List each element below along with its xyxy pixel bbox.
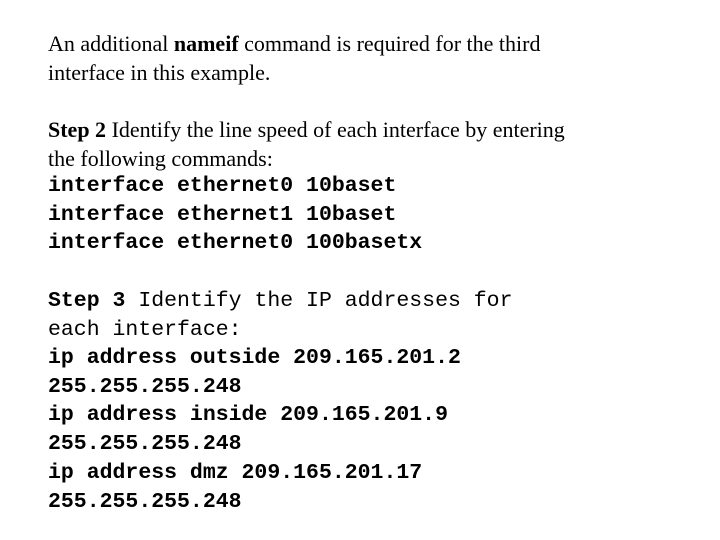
- step2-heading: Step 2 Identify the line speed of each i…: [48, 116, 565, 144]
- step3-label: Step 3: [48, 289, 126, 313]
- intro-line-1: An additional nameif command is required…: [48, 30, 540, 58]
- step2-text: Identify the line speed of each interfac…: [106, 117, 565, 142]
- step2-command: interface ethernet0 10baset: [48, 174, 397, 198]
- step3-command: ip address outside 209.165.201.2: [48, 346, 461, 370]
- step2-line-2: the following commands:: [48, 146, 273, 171]
- step2-label: Step 2: [48, 117, 107, 142]
- step3-command: 255.255.255.248: [48, 432, 242, 456]
- intro-text: command is required for the third: [238, 31, 541, 56]
- step3-text: Identify the IP addresses for: [125, 289, 513, 313]
- step2-command: interface ethernet0 100basetx: [48, 231, 423, 255]
- step3-line-2: each interface:: [48, 318, 242, 342]
- nameif-keyword: nameif: [173, 31, 239, 56]
- intro-line-2: interface in this example.: [48, 60, 271, 85]
- step3-command: 255.255.255.248: [48, 375, 242, 399]
- step3-heading: Step 3 Identify the IP addresses for: [48, 287, 513, 315]
- intro-text: An additional: [48, 31, 174, 56]
- step2-command: interface ethernet1 10baset: [48, 203, 397, 227]
- step3-command: 255.255.255.248: [48, 490, 242, 514]
- step3-command: ip address dmz 209.165.201.17: [48, 461, 423, 485]
- step3-command: ip address inside 209.165.201.9: [48, 403, 448, 427]
